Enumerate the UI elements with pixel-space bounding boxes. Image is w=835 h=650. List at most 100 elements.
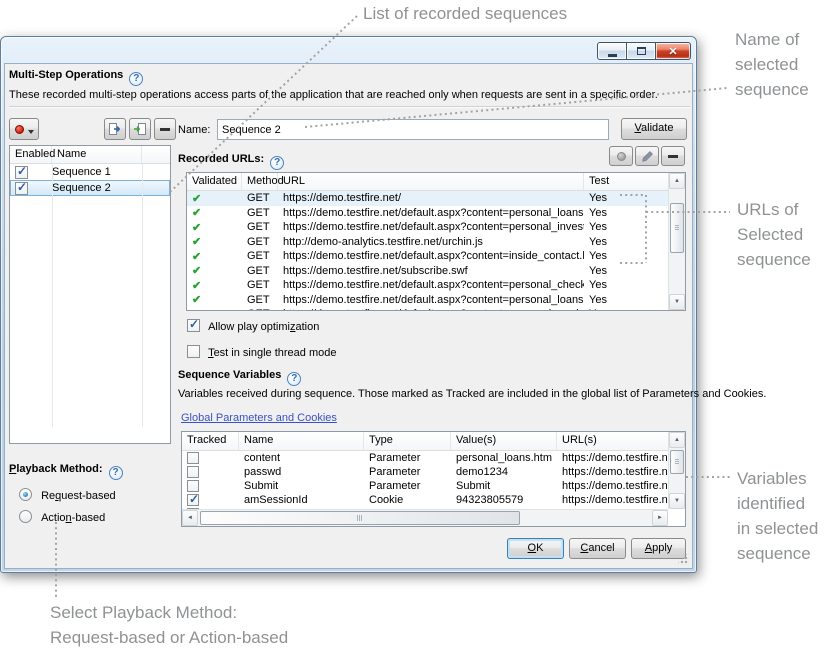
column-header-tracked[interactable]: Tracked	[182, 432, 239, 450]
annotation-list-of-sequences: List of recorded sequences	[363, 1, 567, 26]
validated-check-icon	[192, 265, 201, 277]
column-header-method[interactable]: Method	[242, 173, 278, 190]
column-header-urls[interactable]: URL(s)	[557, 432, 668, 450]
global-parameters-cookies-link[interactable]: Global Parameters and Cookies	[181, 412, 337, 424]
urls-table-header: Validated Method URL Test	[187, 173, 668, 191]
record-url-button-disabled[interactable]	[609, 146, 633, 166]
column-header-validated[interactable]: Validated	[187, 173, 242, 190]
record-icon	[15, 125, 24, 134]
scrollbar-thumb[interactable]	[670, 450, 684, 474]
dialog-heading-text: Multi-Step Operations	[9, 69, 123, 81]
scroll-left-icon[interactable]: ◄	[182, 510, 198, 526]
request-based-radio[interactable]	[19, 488, 32, 501]
help-icon[interactable]	[129, 72, 143, 86]
validate-button[interactable]: Validate	[621, 118, 687, 140]
url-row[interactable]: GEThttps://demo.testfire.net/default.asp…	[187, 249, 668, 264]
validated-check-icon	[192, 207, 201, 219]
validated-check-icon	[192, 236, 201, 248]
url-row[interactable]: GEThttps://demo.testfire.net/default.asp…	[187, 206, 668, 221]
import-icon	[133, 122, 147, 136]
export-sequence-button[interactable]	[104, 118, 126, 140]
help-icon[interactable]	[270, 156, 284, 170]
urls-vertical-scrollbar[interactable]: ▲ ▼	[668, 173, 685, 310]
column-header-url[interactable]: URL	[278, 173, 584, 190]
help-icon[interactable]	[287, 372, 301, 386]
action-based-option[interactable]: Action-based	[19, 510, 105, 524]
tracked-checkbox[interactable]	[187, 480, 199, 492]
tracked-checkbox[interactable]	[187, 494, 199, 506]
url-row[interactable]: GEThttps://demo.testfire.net/default.asp…	[187, 278, 668, 293]
maximize-button[interactable]	[627, 42, 656, 60]
column-header-values[interactable]: Value(s)	[451, 432, 557, 450]
minus-icon	[668, 155, 678, 158]
validated-check-icon	[192, 222, 201, 234]
column-header-enabled[interactable]: Enabled	[10, 146, 52, 163]
ok-button[interactable]: OK	[507, 538, 564, 559]
url-row[interactable]: GEThttps://demo.testfire.net/subscribe.s…	[187, 264, 668, 279]
tracked-checkbox[interactable]	[187, 452, 199, 464]
url-row[interactable]: GEThttps://demo.testfire.net/default.asp…	[187, 307, 668, 310]
scroll-up-icon[interactable]: ▲	[669, 173, 685, 189]
import-sequence-button[interactable]	[129, 118, 151, 140]
record-sequence-button[interactable]	[9, 118, 39, 140]
column-divider	[142, 164, 143, 427]
multi-step-operations-dialog: Multi-Step Operations These recorded mul…	[0, 36, 697, 573]
apply-button[interactable]: Apply	[631, 538, 686, 559]
variables-table-body: contentParameterpersonal_loans.htmhttps:…	[182, 451, 668, 509]
action-based-radio[interactable]	[19, 510, 32, 523]
annotation-name-of-sequence: Name of selected sequence	[735, 27, 809, 102]
minimize-icon	[608, 54, 617, 57]
playback-method-label: Playback Method:	[9, 463, 123, 480]
variables-vertical-scrollbar[interactable]: ▲ ▼	[668, 432, 685, 509]
enabled-checkbox[interactable]	[15, 166, 28, 179]
scrollbar-thumb[interactable]	[200, 511, 520, 525]
allow-play-optimization-checkbox[interactable]	[187, 319, 200, 332]
remove-sequence-button[interactable]	[154, 118, 176, 140]
scroll-down-icon[interactable]: ▼	[669, 294, 685, 310]
enabled-checkbox[interactable]	[15, 182, 28, 195]
variable-row[interactable]: contentParameterpersonal_loans.htmhttps:…	[182, 451, 668, 465]
dialog-client-area: Multi-Step Operations These recorded mul…	[4, 63, 693, 569]
annotation-variables-identified: Variables identified in selected sequenc…	[737, 466, 818, 566]
column-header-name[interactable]: Name	[52, 146, 142, 163]
close-button[interactable]	[656, 42, 691, 60]
single-thread-checkbox[interactable]	[187, 345, 200, 358]
single-thread-option[interactable]: Test in single thread mode	[187, 345, 336, 359]
help-icon[interactable]	[109, 466, 123, 480]
scroll-right-icon[interactable]: ►	[652, 510, 668, 526]
tracked-checkbox[interactable]	[187, 466, 199, 478]
variable-row[interactable]: amSessionIdCookie94323805579https://demo…	[182, 493, 668, 507]
cancel-button[interactable]: Cancel	[569, 538, 626, 559]
variables-table-header: Tracked Name Type Value(s) URL(s)	[182, 432, 668, 451]
column-header-type[interactable]: Type	[364, 432, 451, 450]
minus-icon	[160, 128, 170, 131]
variables-horizontal-scrollbar[interactable]: ◄ ►	[182, 509, 668, 526]
url-row[interactable]: GEThttp://demo-analytics.testfire.net/ur…	[187, 235, 668, 250]
validated-check-icon	[192, 309, 201, 310]
variable-row[interactable]: SubmitParameterSubmithttps://demo.testfi…	[182, 479, 668, 493]
request-based-option[interactable]: Request-based	[19, 488, 116, 502]
scroll-up-icon[interactable]: ▲	[669, 432, 685, 448]
allow-play-optimization-option[interactable]: Allow play optimization	[187, 319, 319, 333]
maximize-icon	[637, 47, 646, 55]
remove-url-button[interactable]	[661, 146, 685, 166]
sequence-row-selected[interactable]: Sequence 2	[10, 180, 170, 196]
scrollbar-thumb[interactable]	[670, 203, 684, 253]
column-header-test[interactable]: Test	[584, 173, 668, 190]
url-row-selected[interactable]: GEThttps://demo.testfire.net/Yes	[187, 191, 668, 206]
validated-check-icon	[192, 193, 201, 205]
variable-row[interactable]: passwdParameterdemo1234https://demo.test…	[182, 465, 668, 479]
sequence-variables-table: Tracked Name Type Value(s) URL(s) conten…	[181, 431, 686, 527]
sequence-row[interactable]: Sequence 1	[10, 164, 170, 180]
minimize-button[interactable]	[597, 42, 627, 60]
url-row[interactable]: GEThttps://demo.testfire.net/default.asp…	[187, 220, 668, 235]
chevron-down-icon	[28, 130, 34, 134]
scroll-down-icon[interactable]: ▼	[669, 493, 685, 509]
column-header-name[interactable]: Name	[239, 432, 364, 450]
recorded-urls-label: Recorded URLs:	[178, 153, 284, 170]
edit-url-button[interactable]	[635, 146, 659, 166]
separator	[9, 106, 690, 108]
dialog-heading: Multi-Step Operations	[9, 69, 143, 86]
url-row[interactable]: GEThttps://demo.testfire.net/default.asp…	[187, 293, 668, 308]
sequence-name-input[interactable]	[217, 119, 609, 140]
